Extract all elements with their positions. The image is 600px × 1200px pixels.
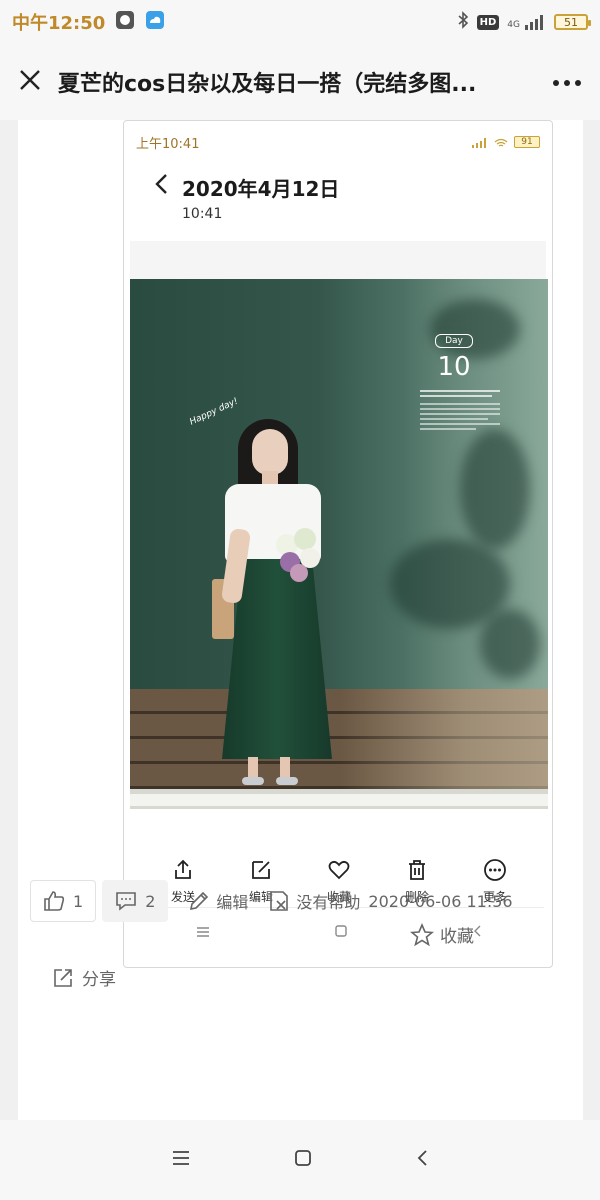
screenshot-time: 上午10:41 (136, 136, 200, 152)
share-label: 分享 (82, 970, 116, 990)
post-meta-row: 1 2 编辑 没有帮助 2020-06-06 11:56 (30, 880, 550, 922)
comment-button[interactable]: 2 (102, 880, 169, 922)
not-helpful-label: 没有帮助 (296, 893, 361, 912)
page-header: 夏芒的cos日杂以及每日一搭（完结多图... (0, 44, 600, 120)
close-icon[interactable] (18, 68, 42, 96)
hd-badge: HD (476, 14, 500, 30)
share-out-icon (54, 968, 72, 987)
page-title: 夏芒的cos日杂以及每日一搭（完结多图... (58, 72, 477, 97)
magazine-caption-strip (130, 794, 548, 806)
screenshot-subtitle: 10:41 (182, 206, 223, 222)
menu-icon[interactable] (171, 1150, 191, 1170)
post-date: 2020-06-06 11:56 (368, 891, 513, 911)
screenshot-status-bar: 上午10:41 91 (124, 121, 552, 163)
share-icon (175, 859, 191, 879)
thumbs-up-icon (44, 891, 65, 911)
screenshot-title: 2020年4月12日 (182, 177, 340, 201)
figure-face (252, 429, 288, 475)
not-helpful-button[interactable]: 没有帮助 (268, 889, 360, 913)
trash-icon (409, 859, 425, 880)
figure-shoe (276, 777, 298, 785)
screenshot-signal-icon (472, 133, 488, 152)
screenshot-nav: 2020年4月12日 10:41 (124, 163, 552, 241)
magazine-text-block (420, 387, 500, 433)
home-icon (334, 923, 348, 942)
figure-shoe (242, 777, 264, 785)
screenshot-spacer (130, 241, 546, 279)
share-button[interactable]: 分享 (52, 965, 116, 990)
network-type-label: 4G (507, 20, 520, 30)
menu-icon (196, 923, 210, 942)
favorite-label: 收藏 (440, 927, 474, 947)
flower-bouquet (270, 524, 330, 584)
screenshot-wifi-icon (494, 133, 508, 152)
comment-icon (116, 892, 136, 911)
comment-count: 2 (145, 891, 156, 911)
leaf-shadow (460, 429, 530, 549)
day-label: Day (435, 334, 473, 348)
figure-leg (280, 757, 290, 779)
cloud-notification-icon (145, 10, 165, 34)
leaf-shadow (480, 609, 540, 679)
not-helpful-icon (270, 891, 289, 911)
more-options-icon[interactable] (552, 73, 582, 92)
embedded-screenshot: 上午10:41 91 2020年4月12日 10:41 Day 10 Happy… (123, 120, 553, 968)
signal-icon: 4G (507, 14, 546, 30)
status-bar: 中午12:50 HD 4G 51 (0, 0, 600, 44)
like-button[interactable]: 1 (30, 880, 97, 922)
sunlight-patch (340, 689, 548, 789)
edit-post-label: 编辑 (216, 893, 249, 912)
pencil-icon (190, 891, 209, 911)
heart-icon (328, 860, 350, 879)
app-notification-icon (115, 10, 135, 34)
back-icon[interactable] (154, 173, 168, 199)
day-number: 10 (437, 352, 471, 382)
bluetooth-icon (457, 11, 469, 33)
screenshot-battery-icon: 91 (514, 136, 540, 148)
back-icon[interactable] (415, 1148, 429, 1172)
more-icon (484, 858, 506, 881)
figure-leg (248, 757, 258, 779)
battery-icon: 51 (554, 14, 591, 30)
like-count: 1 (73, 891, 84, 911)
day-badge: Day 10 (435, 334, 473, 382)
status-time: 中午12:50 (12, 13, 106, 34)
outfit-photo[interactable]: Day 10 Happy day! (130, 279, 548, 809)
home-icon[interactable] (293, 1148, 313, 1172)
favorite-button[interactable]: 收藏 (410, 922, 474, 947)
system-nav-bar (0, 1120, 600, 1200)
edit-post-button[interactable]: 编辑 (188, 889, 248, 913)
edit-icon (252, 860, 270, 879)
star-icon (410, 922, 434, 946)
